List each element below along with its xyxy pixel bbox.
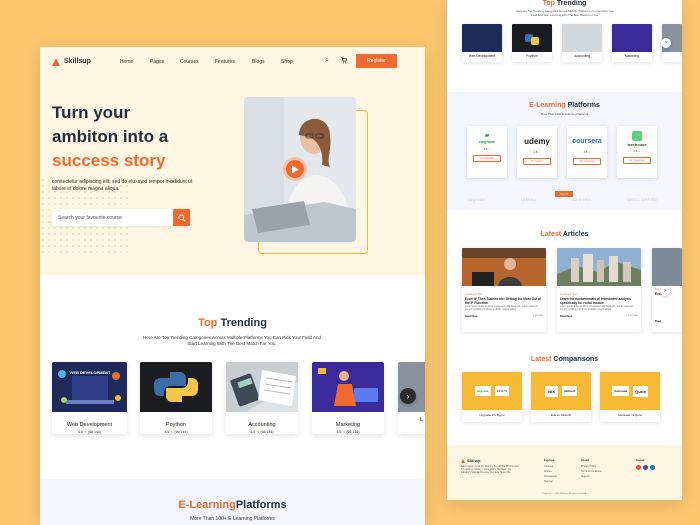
logo[interactable]: Skillsup (52, 57, 91, 66)
nav-courses[interactable]: Courses (180, 59, 199, 65)
nav-home[interactable]: Home (120, 59, 133, 65)
course-card-python[interactable]: Poython 4.5 ★ (66,144) (140, 362, 212, 434)
treehouse-logo (632, 131, 642, 141)
course-card-marketing[interactable]: Marketing 4.5 ★ (66,144) (312, 362, 384, 434)
comparison-card[interactable]: Sainsaad Qurio Sainsaad vs Qurio (600, 372, 660, 422)
card-rating: 4.5 ★ (66,144) (336, 430, 360, 434)
facebook-icon[interactable] (643, 465, 648, 470)
comparison-card[interactable]: upgrade BYJU'S Upgrade VS Byju's (462, 372, 522, 422)
hero-title-line3: success story (52, 151, 166, 170)
platform-button[interactable]: For Udemy (523, 158, 551, 165)
course-thumbnail (140, 362, 212, 412)
platforms-title-small: E-Learning Platforms (529, 102, 600, 109)
comparison-card[interactable]: edX skillsoft Edx vs Skillsoft (531, 372, 591, 422)
trending-subtitle-small: Here Are Top Trending Categories Across … (515, 9, 615, 17)
nav-pages[interactable]: Pages (150, 59, 164, 65)
linkedin-icon[interactable] (650, 465, 655, 470)
card-rating: 4.5 ★ (66,144) (164, 430, 188, 434)
read-more-link[interactable]: Read More (560, 315, 572, 318)
articles-next-button[interactable]: › (660, 286, 670, 296)
search-icon[interactable]: ⌕ (325, 57, 329, 65)
nav-features[interactable]: Features (215, 59, 235, 65)
chevron-right-icon: › (665, 40, 667, 46)
comparisons-title: Latest Comparisons (530, 356, 599, 363)
hero-title-line2: ambiton into a (52, 127, 169, 146)
card-title: Accounting (248, 422, 276, 428)
platforms-subtitle-small: More Than 100+ E Learning Platforms (540, 112, 589, 116)
register-button[interactable]: Register (356, 54, 397, 68)
platform-rating: 4.8 ★ (533, 151, 541, 154)
platform-card-coursera[interactable]: coursera 4.8 ★ For Coursera (567, 126, 607, 178)
faded-platform-logos: upgrade Udemy coursera SKILL SHARE (467, 197, 657, 202)
footer-about: Lorem Ipsum Is Simply Dummy Text Of The … (461, 466, 519, 475)
platform-card-udemy[interactable]: udemy 4.8 ★ For Udemy (517, 126, 557, 178)
article-image (462, 248, 546, 286)
card-rating: 4.5 ★ (66,144) (250, 430, 274, 434)
platform-card-upgrade[interactable]: ▰ upgrade 4.8 ★ For Upgrade (467, 126, 507, 178)
card-rating: 4.5 ★ (66,144) (77, 430, 102, 434)
course-thumbnail (312, 362, 384, 412)
trending-title: Top Trending (198, 317, 267, 329)
brand-name: Skillsup (64, 58, 91, 65)
course-card-small[interactable]: Web Development (462, 24, 502, 62)
platform-rating: 4.8 ★ (483, 148, 491, 151)
article-title: Excel IF Then Statements: Getting the Mo… (465, 297, 541, 306)
course-card-accounting[interactable]: Accounting 4.5 ★ (66,144) (226, 362, 298, 434)
search-input[interactable]: Search your favourite course (52, 209, 190, 226)
card-title: Marketing (335, 422, 361, 428)
course-card-small[interactable]: Accounting (562, 24, 602, 62)
platform-rating: 4.8 ★ (633, 150, 641, 153)
trending-subtitle: Here Are Top Trending Categories Across … (142, 335, 322, 347)
footer-logo[interactable]: Skillsup (461, 459, 480, 463)
platform-button[interactable]: For Upgrade (473, 155, 501, 162)
read-more-link[interactable]: Read More (465, 315, 477, 318)
hero-subtitle: consectetur adipiscing elit, sed do eius… (52, 179, 193, 192)
nav-blogs[interactable]: Blogs (252, 59, 265, 65)
course-thumbnail: WEB DEVELOPMENT (52, 362, 127, 412)
play-button[interactable] (283, 157, 307, 181)
homepage-mock-right: Top Trending Here Are Top Trending Categ… (447, 0, 682, 500)
course-card-small[interactable]: Marketing (612, 24, 652, 62)
course-card-small[interactable]: Poython (512, 24, 552, 62)
nav-shop[interactable]: Shop (281, 59, 293, 65)
trending-title-small: Top Trending (542, 0, 587, 7)
articles-title: Latest Articles (540, 231, 589, 238)
carousel-next-button[interactable]: › (400, 388, 416, 404)
carousel-next-button[interactable]: › (661, 38, 671, 48)
play-icon (292, 165, 299, 173)
course-thumbnail (226, 362, 298, 412)
logo-icon (52, 57, 61, 66)
footer-col-explore: Explore Courses Articles Comparison Site… (544, 458, 557, 483)
platforms-title: E-LearningPlatforms (178, 499, 287, 511)
cart-icon[interactable] (340, 57, 348, 66)
hero-title-line1: Turn your (52, 103, 131, 122)
article-title: Learn the fundamentals of investment ana… (560, 297, 632, 306)
platform-button[interactable]: For Coursera (573, 158, 601, 165)
search-icon (177, 213, 186, 222)
card-title: Poython (165, 422, 187, 428)
article-image (557, 248, 641, 286)
chevron-right-icon: › (406, 391, 410, 401)
search-button[interactable] (173, 209, 190, 226)
footer-col-social: Social (636, 458, 655, 470)
chevron-right-icon: › (664, 288, 666, 294)
course-card-web-development[interactable]: WEB DEVELOPMENT Web Development 4.5 ★ (6… (52, 362, 127, 434)
upgrade-logo: ▰ (484, 133, 490, 139)
copyright: Copyright © 2023 Skillsup. All rights re… (542, 493, 587, 495)
card-title: L (420, 417, 424, 423)
card-title: Web Development (66, 422, 113, 428)
thumbnail-badge: WEB DEVELOPMENT (70, 370, 111, 375)
platform-button[interactable]: For Treehouse (623, 157, 651, 164)
article-card[interactable]: Investment Tips Learn the fundamentals o… (557, 248, 641, 332)
platform-card-treehouse[interactable]: treehouse 4.8 ★ For Treehouse (617, 126, 657, 178)
footer-col-about: About Privacy Policy Terms & Conditions … (581, 458, 602, 478)
article-card[interactable]: Investment Tips Excel IF Then Statements… (462, 248, 546, 332)
homepage-mock-left: Skillsup Home Pages Courses Features Blo… (40, 47, 425, 525)
platform-rating: 4.8 ★ (583, 151, 591, 154)
instagram-icon[interactable] (636, 465, 641, 470)
platforms-subtitle: More Than 100+ E Learning Platforms (190, 516, 275, 522)
logo-icon (461, 459, 465, 463)
